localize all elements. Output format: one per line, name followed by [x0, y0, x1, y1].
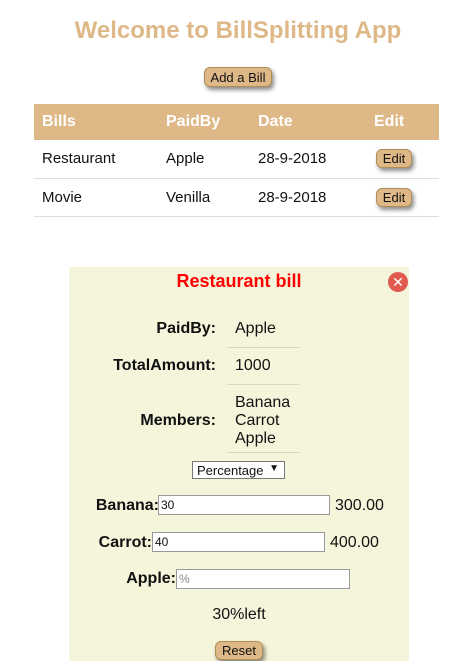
bills-table: Bills PaidBy Date Edit Restaurant Apple … — [34, 104, 439, 217]
bill-date: 28-9-2018 — [250, 178, 366, 217]
members-label: Members: — [140, 412, 216, 429]
bill-edit-cell: Edit — [366, 140, 439, 179]
column-header-bills: Bills — [34, 104, 158, 140]
close-icon[interactable]: ✕ — [388, 272, 408, 292]
split-mode-select[interactable]: Percentage ▼ — [192, 461, 285, 479]
divider — [227, 347, 299, 348]
apple-share-input[interactable] — [176, 569, 350, 589]
bill-detail-title: Restaurant bill — [176, 271, 302, 291]
banana-share-input[interactable] — [158, 495, 330, 515]
bill-paid-by: Venilla — [158, 178, 250, 217]
table-header-row: Bills PaidBy Date Edit — [34, 104, 439, 140]
bill-edit-cell: Edit — [366, 178, 439, 217]
bill-detail-panel: Restaurant bill ✕ PaidBy: Apple TotalAmo… — [69, 267, 409, 661]
split-label-banana: Banana: — [95, 497, 159, 514]
edit-button[interactable]: Edit — [376, 187, 412, 207]
bill-paid-by: Apple — [158, 140, 250, 179]
divider — [227, 452, 299, 453]
member-name: Carrot — [235, 412, 280, 429]
carrot-share-amount: 400.00 — [330, 534, 379, 551]
column-header-paidby: PaidBy — [158, 104, 250, 140]
bill-name: Movie — [34, 178, 158, 217]
edit-button[interactable]: Edit — [376, 149, 412, 169]
bill-name: Restaurant — [34, 140, 158, 179]
table-row: Restaurant Apple 28-9-2018 Edit — [34, 140, 439, 179]
members-list: Banana Carrot Apple — [235, 394, 290, 448]
divider — [227, 384, 299, 385]
total-amount-value: 1000 — [235, 357, 271, 374]
split-label-carrot: Carrot: — [98, 534, 152, 551]
carrot-share-input[interactable] — [152, 532, 325, 552]
chevron-down-icon: ▼ — [269, 463, 279, 474]
remaining-percentage: 30%left — [212, 606, 266, 623]
member-name: Apple — [235, 430, 276, 447]
split-label-apple: Apple: — [126, 570, 176, 587]
table-row: Movie Venilla 28-9-2018 Edit — [34, 178, 439, 217]
total-amount-label: TotalAmount: — [113, 357, 216, 374]
add-bill-button[interactable]: Add a Bill — [204, 67, 272, 87]
reset-button[interactable]: Reset — [215, 641, 263, 660]
paid-by-label: PaidBy: — [156, 320, 216, 337]
split-mode-selected: Percentage — [197, 463, 264, 478]
member-name: Banana — [235, 394, 291, 411]
column-header-date: Date — [250, 104, 366, 140]
app-title: Welcome to BillSplitting App — [74, 17, 402, 44]
bill-date: 28-9-2018 — [250, 140, 366, 179]
banana-share-amount: 300.00 — [335, 497, 384, 514]
paid-by-value: Apple — [235, 320, 276, 337]
column-header-edit: Edit — [366, 104, 439, 140]
